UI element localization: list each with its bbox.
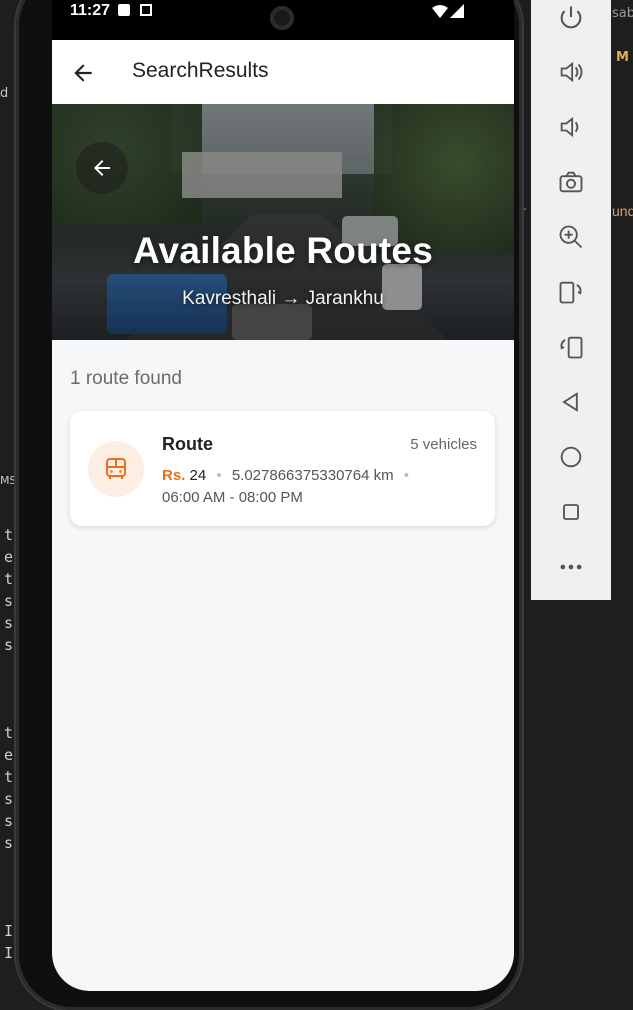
emulator-toolbar bbox=[531, 0, 611, 600]
rotate-left-icon[interactable] bbox=[557, 278, 585, 306]
route-card[interactable]: Route 5 vehicles Rs. 24 • 5.027866375330… bbox=[70, 411, 495, 526]
wifi-icon bbox=[432, 5, 448, 18]
editor-line: s bbox=[4, 834, 14, 852]
app-bar: SearchResults bbox=[52, 40, 514, 104]
app-content: SearchResults Available Routes Kavrestha… bbox=[52, 40, 514, 991]
hero-banner: Available Routes Kavresthali → Jarankhu bbox=[52, 104, 514, 340]
front-camera bbox=[270, 6, 294, 30]
back-arrow-icon[interactable] bbox=[70, 60, 96, 86]
more-icon[interactable] bbox=[557, 553, 585, 581]
separator-dot: • bbox=[216, 467, 222, 484]
hero-title: Available Routes bbox=[133, 230, 433, 271]
status-bar: 11:27 bbox=[52, 0, 514, 40]
volume-down-icon[interactable] bbox=[557, 113, 585, 141]
currency-label: Rs. bbox=[162, 467, 186, 484]
phone-screen: 11:27 SearchResults Available Routes Kav… bbox=[52, 0, 514, 991]
overview-square-icon[interactable] bbox=[557, 498, 585, 526]
power-icon[interactable] bbox=[557, 3, 585, 31]
separator-dot: • bbox=[403, 467, 410, 484]
hero-back-button[interactable] bbox=[76, 142, 128, 194]
editor-line: I bbox=[4, 944, 14, 962]
editor-line: I bbox=[4, 922, 14, 940]
operating-hours: 06:00 AM - 08:00 PM bbox=[162, 489, 303, 506]
phone-frame: 11:27 SearchResults Available Routes Kav… bbox=[16, 0, 522, 1010]
status-time: 11:27 bbox=[70, 2, 111, 19]
rotate-right-icon[interactable] bbox=[557, 333, 585, 361]
editor-line: s bbox=[4, 812, 14, 830]
volume-up-icon[interactable] bbox=[557, 58, 585, 86]
signal-icon bbox=[450, 4, 464, 18]
page-title: SearchResults bbox=[132, 59, 269, 82]
back-triangle-icon[interactable] bbox=[557, 388, 585, 416]
editor-char: d bbox=[0, 86, 9, 101]
keyboard-a-icon bbox=[140, 4, 152, 16]
editor-line: s bbox=[4, 614, 14, 632]
zoom-in-icon[interactable] bbox=[557, 223, 585, 251]
bus-icon bbox=[106, 458, 126, 479]
route-name: Route bbox=[162, 434, 213, 454]
route-details: Rs. 24 • 5.027866375330764 km • bbox=[162, 467, 415, 484]
back-arrow-icon bbox=[94, 160, 110, 176]
editor-fragment: und bbox=[612, 203, 633, 219]
editor-modified-label: M bbox=[616, 50, 629, 65]
route-price: 24 bbox=[189, 467, 207, 484]
results-count: 1 route found bbox=[70, 368, 182, 389]
vehicle-count: 5 vehicles bbox=[410, 436, 477, 453]
bus-icon-badge bbox=[88, 441, 144, 497]
editor-ms-label: MS bbox=[0, 474, 17, 487]
editor-line: s bbox=[4, 790, 14, 808]
hero-subtitle: Kavresthali → Jarankhu bbox=[182, 288, 384, 309]
sd-card-icon bbox=[118, 4, 130, 16]
editor-line: s bbox=[4, 592, 14, 610]
route-distance: 5.027866375330764 km bbox=[231, 467, 394, 484]
camera-icon[interactable] bbox=[557, 168, 585, 196]
home-circle-icon[interactable] bbox=[557, 443, 585, 471]
editor-tab-text: sabr bbox=[612, 6, 633, 21]
editor-line: s bbox=[4, 636, 14, 654]
